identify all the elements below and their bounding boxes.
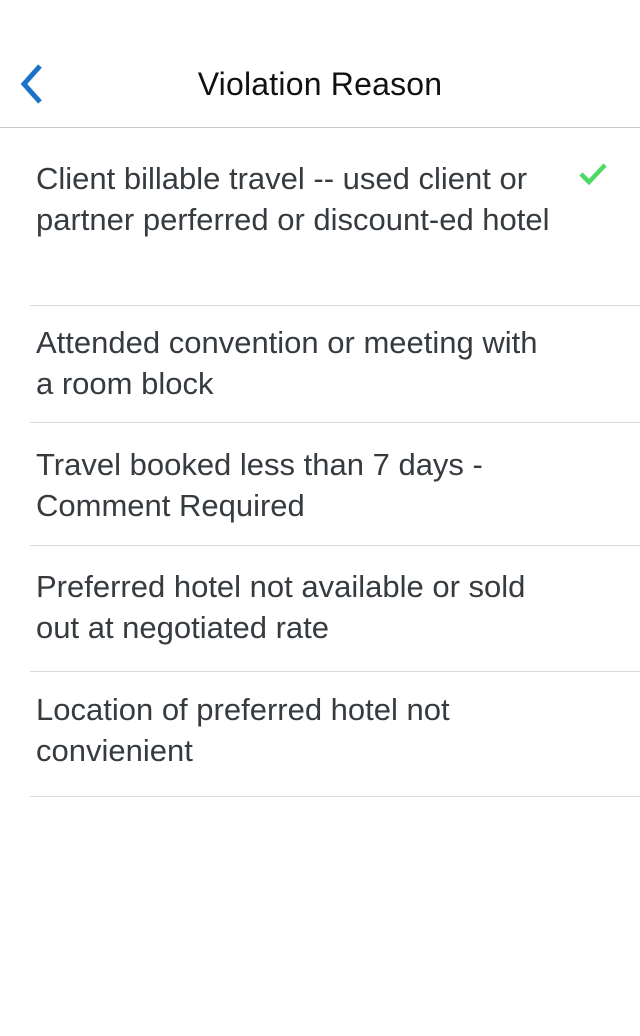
checkmark-icon bbox=[579, 163, 607, 186]
reason-label: Attended convention or meeting with a ro… bbox=[36, 325, 538, 401]
reason-label: Travel booked less than 7 days - Comment… bbox=[36, 447, 483, 523]
reason-label: Preferred hotel not available or sold ou… bbox=[36, 569, 526, 645]
reason-list: Client billable travel -- used client or… bbox=[0, 128, 640, 797]
reason-item-convention[interactable]: Attended convention or meeting with a ro… bbox=[30, 306, 640, 423]
reason-item-client-billable[interactable]: Client billable travel -- used client or… bbox=[30, 128, 640, 306]
reason-item-booked-late[interactable]: Travel booked less than 7 days - Comment… bbox=[30, 423, 640, 546]
reason-item-not-available[interactable]: Preferred hotel not available or sold ou… bbox=[30, 546, 640, 672]
reason-label: Location of preferred hotel not convieni… bbox=[36, 692, 450, 768]
reason-item-location[interactable]: Location of preferred hotel not convieni… bbox=[30, 672, 640, 797]
navigation-bar: Violation Reason bbox=[0, 0, 640, 128]
reason-label: Client billable travel -- used client or… bbox=[36, 161, 550, 237]
page-title: Violation Reason bbox=[197, 66, 443, 102]
